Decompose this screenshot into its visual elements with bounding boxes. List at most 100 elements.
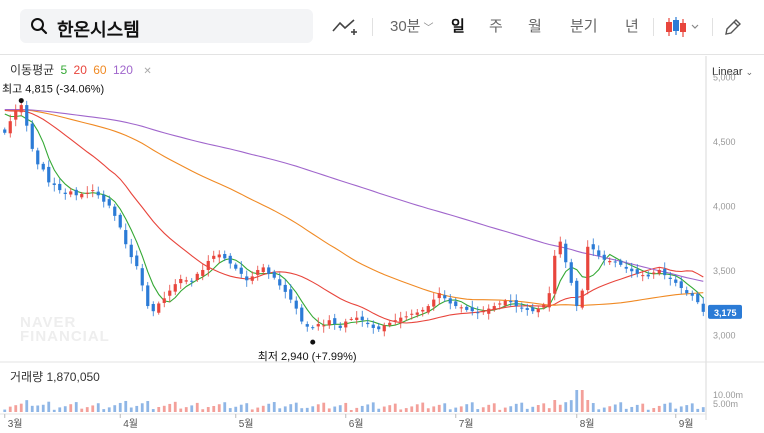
candle-body xyxy=(674,279,678,283)
volume-bar xyxy=(608,406,612,412)
volume-bar xyxy=(58,407,62,412)
candle-body xyxy=(404,316,408,318)
candle-body xyxy=(487,308,491,314)
volume-bar xyxy=(443,403,447,412)
volume-bar xyxy=(536,405,540,412)
volume-bar xyxy=(503,407,507,412)
candle-body xyxy=(124,230,128,245)
volume-bar xyxy=(586,400,590,412)
candle-body xyxy=(338,325,342,328)
volume-bar xyxy=(47,401,51,412)
volume-bar xyxy=(272,402,276,412)
candle-body xyxy=(382,325,386,332)
candle-body xyxy=(58,183,62,191)
volume-bar xyxy=(168,403,172,412)
volume-bar xyxy=(663,403,667,412)
candle-body xyxy=(305,324,309,327)
candle-body xyxy=(371,324,375,328)
candle-body xyxy=(498,303,502,305)
volume-bar xyxy=(410,406,414,412)
candle-body xyxy=(179,278,183,284)
volume-bar xyxy=(547,408,551,412)
candle-body xyxy=(96,191,100,196)
volume-bar xyxy=(63,406,67,412)
candle-body xyxy=(685,290,689,294)
candle-body xyxy=(316,324,320,327)
volume-bar xyxy=(355,407,359,412)
volume-bar xyxy=(146,401,150,412)
candle-body xyxy=(228,255,232,264)
candle-body xyxy=(591,244,595,250)
candle-body xyxy=(366,322,370,325)
candle-body xyxy=(118,214,122,228)
candle-body xyxy=(624,266,628,269)
volume-bar xyxy=(426,408,430,412)
candle-body xyxy=(25,105,29,126)
volume-bar xyxy=(223,402,227,412)
candle-body xyxy=(388,322,392,326)
volume-bar xyxy=(239,404,243,412)
volume-bar xyxy=(327,408,331,412)
candle-body xyxy=(74,189,78,196)
candle-body xyxy=(415,312,419,315)
volume-bar xyxy=(476,409,480,412)
candle-body xyxy=(256,269,260,275)
x-tick-label: 8월 xyxy=(580,418,595,430)
volume-bar xyxy=(448,409,452,412)
candle-body xyxy=(520,307,524,309)
volume-bar xyxy=(470,402,474,412)
volume-bar xyxy=(602,407,606,412)
candle-body xyxy=(465,306,469,310)
candle-body xyxy=(107,199,111,206)
volume-bar xyxy=(140,403,144,412)
candle-body xyxy=(212,255,216,259)
volume-bar xyxy=(509,406,513,412)
candle-body xyxy=(437,293,441,299)
candle-body xyxy=(162,298,166,303)
stock-chart[interactable]: 5,0004,5004,0003,5003,0003월 4월 5월 6월 7월 8월 9월1… xyxy=(0,0,764,433)
volume-bar xyxy=(173,401,177,412)
candle-body xyxy=(333,318,337,325)
volume-bar xyxy=(360,405,364,412)
candle-body xyxy=(327,320,331,326)
volume-bar xyxy=(19,403,23,412)
candle-body xyxy=(355,317,359,320)
candle-body xyxy=(619,260,623,265)
high-annotation-label: 최고 4,815 (-34.06%) xyxy=(2,83,104,96)
volume-bar xyxy=(217,404,221,412)
candle-body xyxy=(509,300,513,303)
volume-bar xyxy=(591,403,595,412)
candle-body xyxy=(3,129,7,133)
candle-body xyxy=(151,303,155,312)
volume-bar xyxy=(635,404,639,412)
y-tick-label: 5,000 xyxy=(713,73,736,83)
candle-body xyxy=(239,267,243,274)
volume-bar xyxy=(690,403,694,412)
volume-bar xyxy=(91,405,95,412)
x-tick-label: 5월 xyxy=(239,418,254,430)
volume-bar xyxy=(333,406,337,412)
volume-bar xyxy=(646,409,650,412)
volume-bar xyxy=(234,406,238,412)
candle-body xyxy=(635,269,639,274)
candle-body xyxy=(272,271,276,278)
candle-body xyxy=(41,163,45,170)
volume-bar xyxy=(619,402,623,412)
candle-body xyxy=(476,312,480,314)
candle-body xyxy=(245,276,249,281)
candle-body xyxy=(503,300,507,306)
last-price-label: 3,175 xyxy=(714,308,737,318)
candle-body xyxy=(52,183,56,185)
x-tick-label: 7월 xyxy=(459,418,474,430)
volume-bar xyxy=(674,408,678,412)
volume-bar xyxy=(69,404,73,412)
candle-body xyxy=(85,192,89,194)
candle-body xyxy=(525,308,529,310)
candle-body xyxy=(91,190,95,192)
candle-body xyxy=(261,267,265,273)
volume-bar xyxy=(305,407,309,412)
volume-bar xyxy=(564,402,568,412)
volume-bar xyxy=(245,403,249,412)
candle-body xyxy=(393,320,397,322)
candle-body xyxy=(300,307,304,322)
